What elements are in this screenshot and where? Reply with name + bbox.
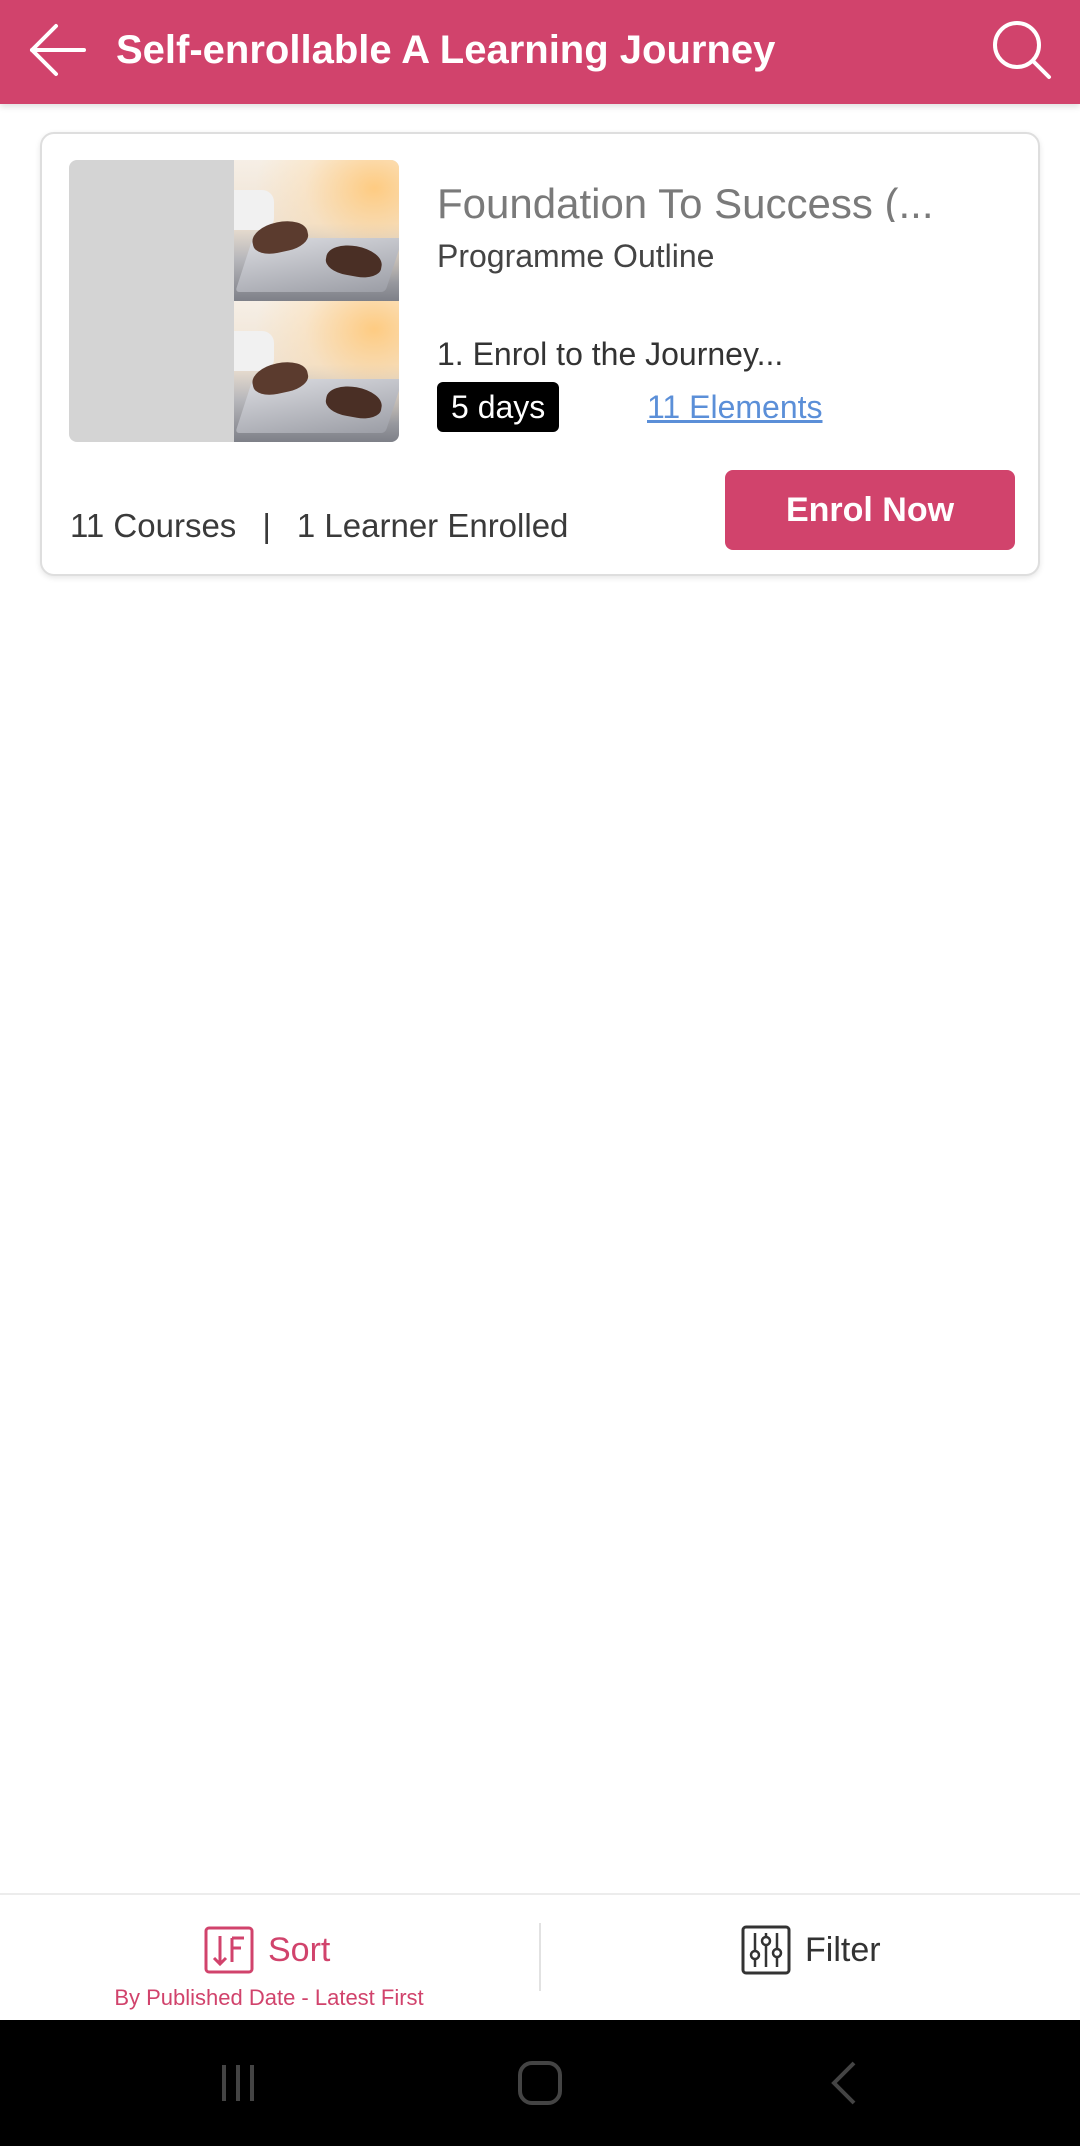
- home-icon: [518, 2061, 562, 2105]
- course-title[interactable]: Foundation To Success (...: [437, 174, 1017, 222]
- recents-button[interactable]: [208, 2056, 268, 2110]
- sort-subtitle: By Published Date - Latest First: [114, 1985, 424, 2010]
- nav-back-button[interactable]: [814, 2056, 874, 2110]
- page-title: Self-enrollable A Learning Journey: [116, 28, 776, 72]
- stats-separator: |: [262, 507, 271, 544]
- duration-badge: 5 days: [437, 382, 560, 432]
- search-icon: [993, 21, 1051, 79]
- filter-button[interactable]: Filter: [541, 1895, 1080, 2022]
- elements-link[interactable]: 11 Elements: [647, 386, 823, 428]
- system-navigation-bar: [0, 2020, 1080, 2146]
- course-subtitle: Programme Outline: [437, 238, 715, 274]
- back-button[interactable]: [26, 18, 90, 82]
- enrol-now-button[interactable]: Enrol Now: [725, 470, 1015, 550]
- sort-icon: [204, 1926, 254, 1974]
- arrow-left-icon: [30, 24, 86, 76]
- filter-icon: [741, 1925, 791, 1975]
- sort-label: Sort: [268, 1930, 331, 1969]
- course-card[interactable]: Foundation To Success (... Programme Out…: [40, 132, 1040, 576]
- course-stats: 11 Courses | 1 Learner Enrolled: [70, 504, 568, 548]
- thumbnail-image: [234, 301, 399, 442]
- course-thumbnail: [69, 160, 399, 442]
- sort-button[interactable]: Sort By Published Date - Latest First: [0, 1895, 538, 2022]
- learners-count: 1 Learner Enrolled: [296, 507, 569, 544]
- filter-label: Filter: [805, 1930, 881, 1969]
- nav-back-icon: [831, 2061, 856, 2105]
- search-button[interactable]: [988, 16, 1056, 84]
- outline-item: 1. Enrol to the Journey...: [437, 336, 784, 372]
- sort-filter-bar: Sort By Published Date - Latest First Fi…: [0, 1893, 1080, 2020]
- app-bar: Self-enrollable A Learning Journey: [0, 0, 1080, 104]
- thumbnail-image: [234, 160, 399, 301]
- home-button[interactable]: [510, 2056, 570, 2110]
- courses-count: 11 Courses: [70, 507, 237, 544]
- recents-icon: [222, 2065, 254, 2101]
